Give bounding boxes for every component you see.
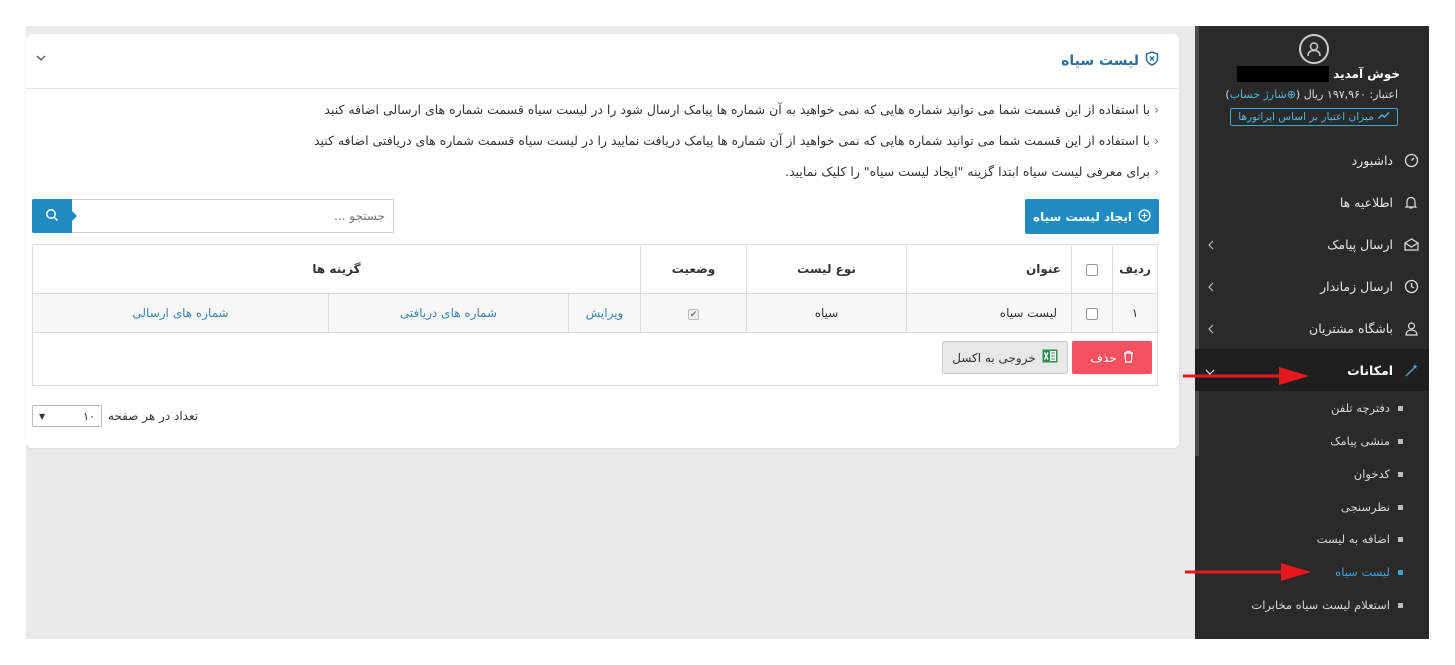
annotation-arrow-blacklist bbox=[1185, 563, 1311, 581]
excel-icon bbox=[1042, 349, 1058, 366]
bullet-icon bbox=[1398, 569, 1403, 575]
bullet-icon bbox=[1398, 471, 1403, 477]
search-button[interactable] bbox=[32, 199, 77, 233]
bullet-icon bbox=[1398, 438, 1403, 444]
trash-icon bbox=[1123, 350, 1134, 366]
sidebar-item-notifications[interactable]: اطلاعیه ها bbox=[1195, 181, 1429, 223]
page-size-label: تعداد در هر صفحه bbox=[108, 409, 199, 423]
chevron-left-icon: ‹ bbox=[1154, 133, 1159, 148]
page-size-control: ▼ ۱۰ تعداد در هر صفحه bbox=[32, 405, 198, 427]
status-checkbox: ✔ bbox=[688, 309, 699, 320]
create-blacklist-button[interactable]: ایجاد لیست سیاه bbox=[1025, 199, 1159, 234]
page-size-select[interactable]: ▼ ۱۰ bbox=[32, 405, 102, 427]
bullet-icon bbox=[1398, 536, 1403, 542]
row-edit-cell: ویرایش bbox=[568, 293, 641, 333]
submenu-item-blacklist[interactable]: لیست سیاه bbox=[1335, 565, 1403, 579]
welcome: خوش آمدید bbox=[1237, 66, 1400, 82]
redacted-username bbox=[1237, 66, 1330, 82]
row-index: ۱ bbox=[1112, 293, 1158, 333]
table-header-row: ردیف عنوان نوع لیست وضعیت گزینه ها bbox=[32, 244, 1158, 294]
plus-circle-icon: ⊕ bbox=[1286, 88, 1296, 101]
clock-icon bbox=[1403, 278, 1419, 294]
table-row: ۱ لیست سیاه سیاه ✔ ویرایش شماره های دریا… bbox=[32, 293, 1158, 333]
chevron-left-icon bbox=[1205, 323, 1215, 334]
col-select-all bbox=[1071, 244, 1113, 294]
blacklist-table: ردیف عنوان نوع لیست وضعیت گزینه ها ۱ لیس… bbox=[32, 244, 1158, 333]
col-title[interactable]: عنوان bbox=[906, 244, 1072, 294]
row-status: ✔ bbox=[640, 293, 747, 333]
search-input[interactable] bbox=[72, 199, 394, 233]
page-title: لیست سیاه bbox=[1061, 51, 1159, 70]
received-numbers-link[interactable]: شماره های دریافتی bbox=[400, 306, 497, 320]
row-select bbox=[1071, 293, 1113, 333]
collapse-chevron-icon[interactable] bbox=[32, 51, 48, 67]
chevron-left-icon: ‹ bbox=[1154, 102, 1159, 117]
envelope-icon bbox=[1403, 236, 1419, 252]
chevron-left-icon bbox=[1205, 239, 1215, 250]
col-list-type[interactable]: نوع لیست bbox=[746, 244, 907, 294]
table-actions: حذف خروجی به اکسل bbox=[32, 333, 1158, 386]
sidebar-item-send-sms[interactable]: ارسال پیامک bbox=[1195, 223, 1429, 265]
row-title: لیست سیاه bbox=[906, 293, 1072, 333]
info-line-sent: ‹با استفاده از این قسمت شما می توانید شم… bbox=[324, 102, 1159, 117]
card-header: لیست سیاه bbox=[26, 34, 1179, 89]
blacklist-card: لیست سیاه ‹با استفاده از این قسمت شما می… bbox=[26, 34, 1179, 448]
dashboard-icon bbox=[1403, 152, 1419, 168]
user-avatar-icon[interactable] bbox=[1299, 34, 1329, 64]
bullet-icon bbox=[1398, 602, 1403, 608]
info-line-hint: ‹برای معرفی لیست سیاه ابتدا گزینه "ایجاد… bbox=[785, 164, 1159, 179]
search-icon bbox=[45, 208, 59, 225]
annotation-arrow-features bbox=[1183, 367, 1309, 385]
submenu-item-poll[interactable]: نظرسنجی bbox=[1341, 500, 1403, 514]
page: لیست سیاه ‹با استفاده از این قسمت شما می… bbox=[0, 0, 1455, 665]
users-icon bbox=[1403, 320, 1419, 336]
sidebar-item-scheduled-send[interactable]: ارسال زماندار bbox=[1195, 265, 1429, 307]
row-received-cell: شماره های دریافتی bbox=[328, 293, 569, 333]
chevron-left-icon bbox=[1205, 281, 1215, 292]
welcome-text: خوش آمدید bbox=[1333, 67, 1400, 81]
submenu-item-telecom-blacklist-inquiry[interactable]: استعلام لیست سیاه مخابرات bbox=[1251, 598, 1403, 612]
plus-circle-icon bbox=[1138, 208, 1151, 225]
row-list-type: سیاه bbox=[746, 293, 907, 333]
row-sent-cell: شماره های ارسالی bbox=[32, 293, 329, 333]
col-status[interactable]: وضعیت bbox=[640, 244, 747, 294]
chevron-left-icon: ‹ bbox=[1154, 164, 1159, 179]
submenu-item-code-reader[interactable]: کدخوان bbox=[1354, 467, 1403, 481]
credit-balance: اعتبار: ۱۹۷,۹۶۰ ریال (⊕شارژ حساب) bbox=[1225, 88, 1398, 101]
magic-wand-icon bbox=[1403, 362, 1419, 378]
submenu-item-add-to-list[interactable]: اضافه به لیست bbox=[1317, 532, 1403, 546]
sidebar: خوش آمدید اعتبار: ۱۹۷,۹۶۰ ریال (⊕شارژ حس… bbox=[1195, 26, 1429, 639]
bullet-icon bbox=[1398, 504, 1403, 510]
col-row: ردیف bbox=[1112, 244, 1158, 294]
bell-icon bbox=[1403, 194, 1419, 210]
submenu-item-phonebook[interactable]: دفترچه تلفن bbox=[1331, 401, 1403, 415]
shield-icon bbox=[1145, 51, 1159, 70]
search-box bbox=[32, 199, 394, 233]
edit-link[interactable]: ویرایش bbox=[586, 306, 624, 320]
info-line-received: ‹با استفاده از این قسمت شما می توانید شم… bbox=[313, 133, 1159, 148]
export-excel-button[interactable]: خروجی به اکسل bbox=[942, 341, 1068, 374]
col-options: گزینه ها bbox=[32, 244, 641, 294]
chart-line-icon bbox=[1377, 111, 1390, 123]
sidebar-item-customer-club[interactable]: باشگاه مشتریان bbox=[1195, 307, 1429, 349]
sent-numbers-link[interactable]: شماره های ارسالی bbox=[132, 306, 228, 320]
row-checkbox[interactable] bbox=[1086, 307, 1098, 320]
sidebar-item-dashboard[interactable]: داشبورد bbox=[1195, 139, 1429, 181]
submenu-item-sms-secretary[interactable]: منشی پیامک bbox=[1330, 434, 1403, 448]
page-title-text: لیست سیاه bbox=[1061, 52, 1139, 69]
delete-button[interactable]: حذف bbox=[1072, 341, 1152, 374]
charge-account-link[interactable]: ⊕شارژ حساب bbox=[1230, 88, 1296, 101]
select-all-checkbox[interactable] bbox=[1086, 263, 1098, 276]
bullet-icon bbox=[1398, 405, 1403, 411]
operator-credit-button[interactable]: میزان اعتبار بر اساس اپراتورها bbox=[1230, 108, 1398, 126]
dropdown-arrow-icon: ▼ bbox=[39, 411, 46, 421]
